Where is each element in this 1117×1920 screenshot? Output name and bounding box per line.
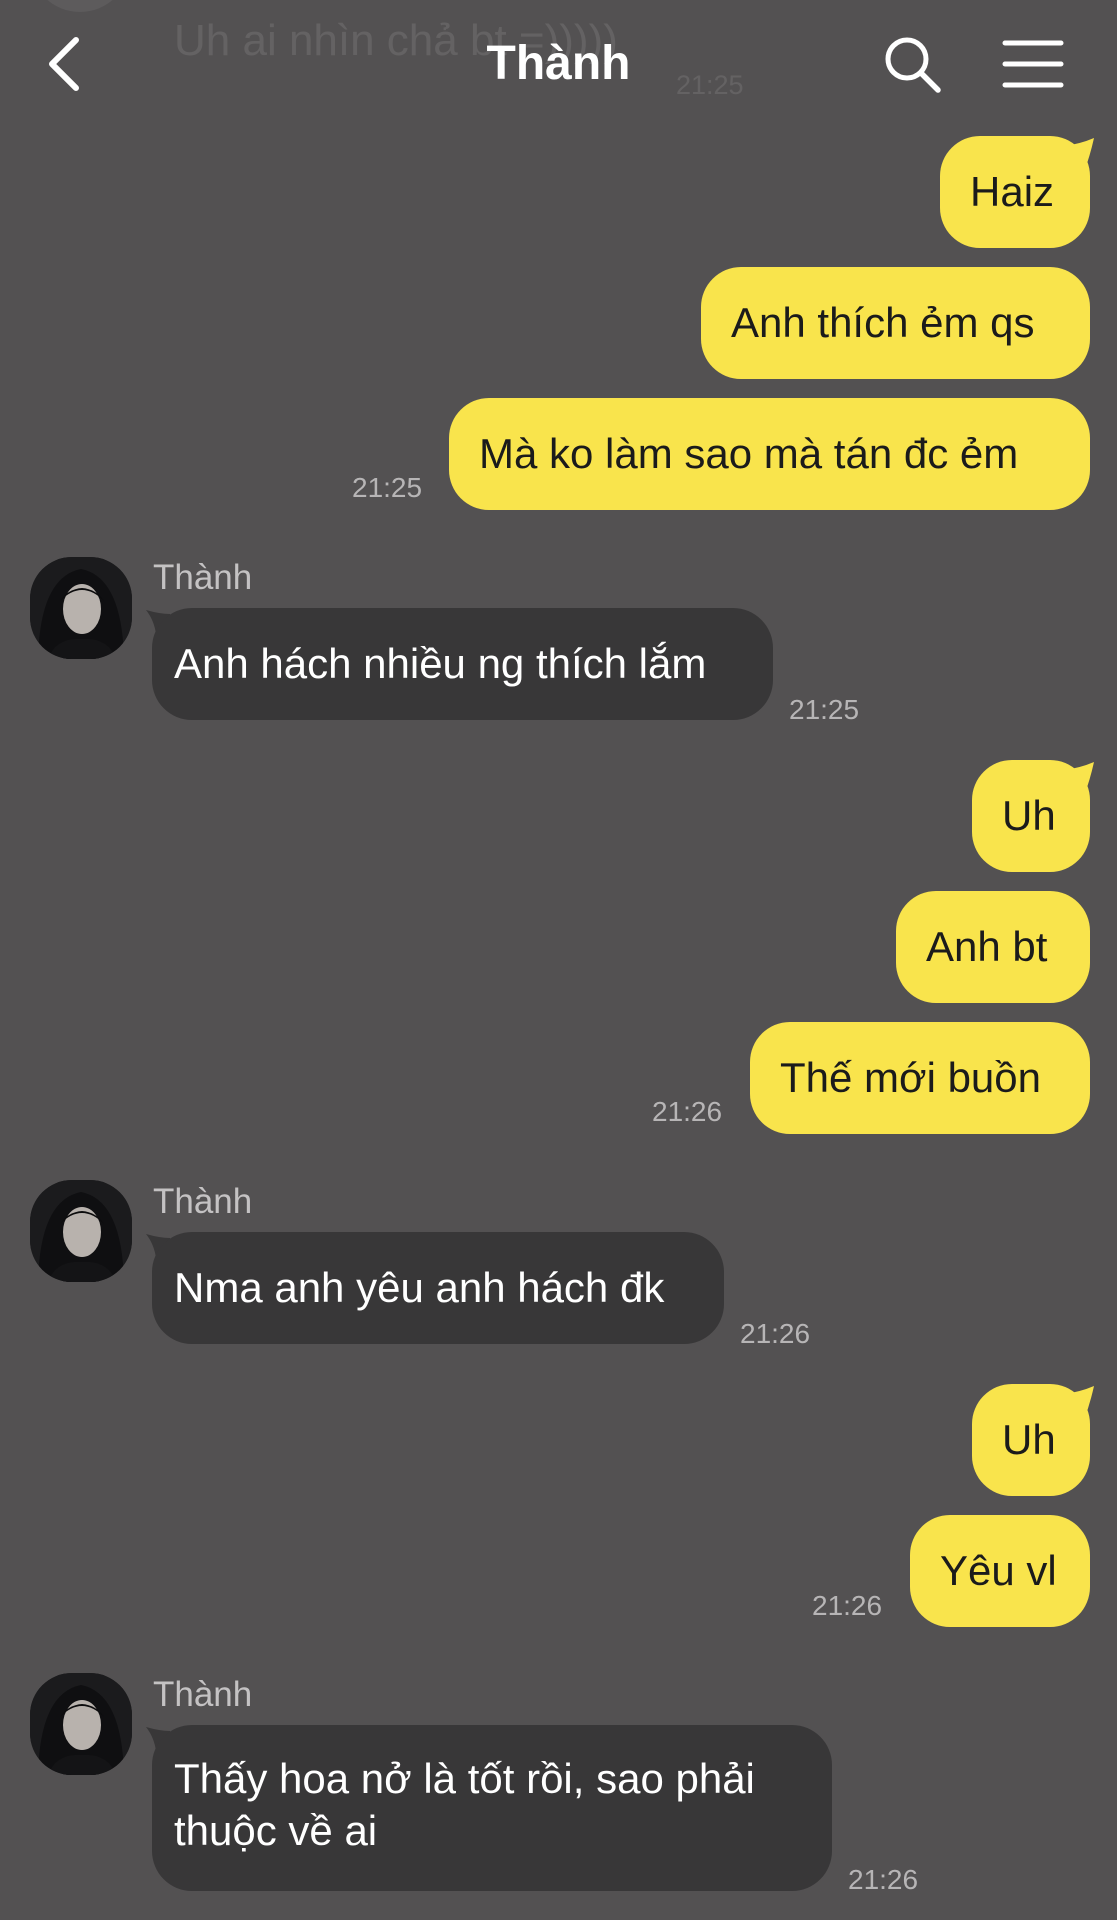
contact-avatar[interactable]	[30, 557, 132, 659]
outgoing-message-bubble[interactable]: Mà ko làm sao mà tán đc ẻm	[449, 398, 1090, 510]
search-icon[interactable]	[882, 34, 942, 94]
hamburger-menu-icon[interactable]	[1002, 38, 1064, 90]
message-time: 21:26	[652, 1096, 723, 1127]
outgoing-message-bubble[interactable]: Yêu vl	[910, 1515, 1090, 1627]
outgoing-message-bubble[interactable]: Anh thích ẻm qs	[701, 267, 1090, 379]
outgoing-message-bubble[interactable]: Thế mới buồn	[750, 1022, 1090, 1134]
message-time: 21:26	[740, 1318, 811, 1349]
message-time: 21:26	[812, 1590, 883, 1621]
outgoing-message-bubble[interactable]: Uh	[972, 760, 1090, 872]
incoming-message-bubble[interactable]: Thấy hoa nở là tốt rồi, sao phải thuộc v…	[152, 1725, 832, 1891]
contact-avatar[interactable]	[30, 1180, 132, 1282]
message-time: 21:26	[848, 1864, 919, 1895]
outgoing-message-bubble[interactable]: Haiz	[940, 136, 1090, 248]
faded-avatar-partial	[30, 0, 130, 12]
sender-name: Thành	[153, 558, 253, 597]
message-time: 21:25	[789, 694, 860, 725]
outgoing-message-bubble[interactable]: Uh	[972, 1384, 1090, 1496]
chat-header: Uh ai nhìn chả bt =))))) 21:25 Thành	[0, 0, 1117, 130]
sender-name: Thành	[153, 1182, 253, 1221]
chat-title: Thành	[486, 37, 631, 90]
incoming-message-bubble[interactable]: Anh hách nhiều ng thích lắm	[152, 608, 773, 720]
message-time: 21:25	[352, 472, 423, 503]
contact-avatar[interactable]	[30, 1673, 132, 1775]
sender-name: Thành	[153, 1675, 253, 1714]
incoming-message-bubble[interactable]: Nma anh yêu anh hách đk	[152, 1232, 724, 1344]
outgoing-message-bubble[interactable]: Anh bt	[896, 891, 1090, 1003]
